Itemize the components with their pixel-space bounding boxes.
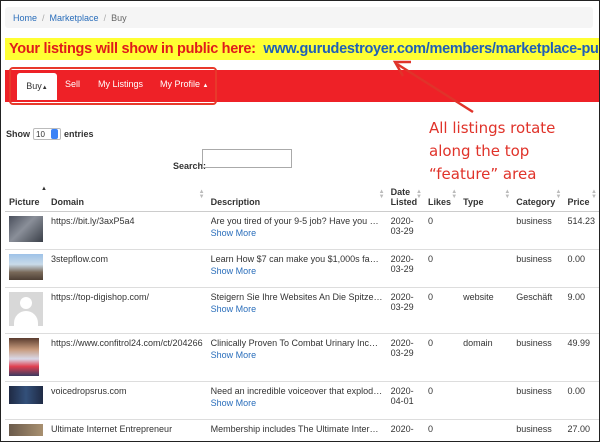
col-date-listed[interactable]: Date Listed ▲ ▼ [386,184,424,212]
col-likes[interactable]: Likes ▲ ▼ [424,184,460,212]
show-more-link[interactable]: Show More [211,266,383,276]
row-domain: https://www.confitrol24.com/ct/204266 [47,333,207,382]
col-description[interactable]: Description ▲ ▼ [206,184,387,212]
entries-select-value: 10 [36,129,45,139]
row-date: 2020- 03-29 [386,287,424,334]
table-row: https://www.confitrol24.com/ct/204266 Cl… [5,333,599,382]
annotation-arrow-icon [392,60,474,114]
breadcrumb-separator: / [103,12,107,23]
row-likes: 0 [424,287,460,334]
row-price: 9.00 [563,287,599,334]
row-description: Steigern Sie Ihre Websites An Die Spitze… [206,287,387,334]
row-likes: 0 [424,381,460,420]
listing-thumbnail[interactable] [9,338,39,376]
row-likes: 0 [424,419,460,441]
col-picture[interactable]: Picture ▲ [5,184,47,212]
banner-lead-text: Your listings will show in public here: [9,41,256,57]
listing-thumbnail[interactable] [9,386,43,404]
row-category: Geschäft [512,287,564,334]
row-picture[interactable] [5,333,47,382]
show-more-link[interactable]: Show More [211,304,383,314]
table-row: https://top-digishop.com/ Steigern Sie I… [5,287,599,334]
row-date: 2020- 03-29 [386,333,424,382]
banner-url-link[interactable]: www.gurudestroyer.com/members/marketplac… [263,41,599,57]
row-type: website [459,287,513,334]
col-category[interactable]: Category ▲ ▼ [512,184,564,212]
row-likes: 0 [424,249,460,288]
row-likes: 0 [424,333,460,382]
row-category: business [512,419,564,441]
row-domain: voicedropsrus.com [47,381,207,420]
row-type [459,249,513,288]
annotation-line: “feature” area [429,165,537,183]
entries-select[interactable]: 10 [33,128,61,140]
row-date: 2020- 03-29 [386,249,424,288]
show-more-link[interactable]: Show More [211,228,383,238]
row-likes: 0 [424,211,460,250]
breadcrumb-current: Buy [111,12,127,23]
row-price: 0.00 [563,381,599,420]
breadcrumb-separator: / [42,12,45,23]
row-picture[interactable] [5,287,47,334]
entries-label: entries [64,129,94,139]
annotation-note: All listings rotate along the top “featu… [429,117,599,186]
table-header-row: Picture ▲ Domain ▲ ▼ Description ▲ ▼ Date List… [5,184,599,212]
row-description: Clinically Proven To Combat Urinary Inco… [206,333,387,382]
row-category: business [512,333,564,382]
row-domain: 3stepflow.com [47,249,207,288]
row-domain: https://bit.ly/3axP5a4 [47,211,207,250]
breadcrumb-marketplace-link[interactable]: Marketplace [50,13,99,23]
search-input[interactable] [202,149,292,168]
row-picture[interactable] [5,381,47,420]
row-picture[interactable] [5,211,47,250]
col-domain[interactable]: Domain ▲ ▼ [47,184,207,212]
public-listings-banner: Your listings will show in public here: … [5,38,599,60]
listings-table: Picture ▲ Domain ▲ ▼ Description ▲ ▼ Date List… [5,184,599,441]
select-arrow-icon [51,129,58,139]
row-description: Are you tired of your 9-5 job? Have you … [206,211,387,250]
row-date: 2020- 03-29 [386,211,424,250]
row-type [459,211,513,250]
row-category: business [512,211,564,250]
row-picture[interactable] [5,249,47,288]
show-more-link[interactable]: Show More [211,398,383,408]
row-type: domain [459,333,513,382]
breadcrumb: Home / Marketplace / Buy [5,7,593,28]
row-price: 0.00 [563,249,599,288]
annotation-line: All listings rotate [429,119,556,137]
table-row: Ultimate Internet Entrepreneur Membershi… [5,419,599,441]
row-price: 49.99 [563,333,599,382]
avatar-placeholder-icon[interactable] [9,292,43,326]
listing-thumbnail[interactable] [9,254,43,280]
row-price: 27.00 [563,419,599,441]
listing-thumbnail[interactable] [9,216,43,242]
show-more-link[interactable]: Show More [211,350,383,360]
breadcrumb-home-link[interactable]: Home [13,13,37,23]
annotation-line: along the top [429,142,530,160]
row-description: Membership includes The Ultimate Interne… [206,419,387,441]
row-category: business [512,249,564,288]
show-label: Show [6,129,30,139]
row-date: 2020- [386,419,424,441]
row-date: 2020- 04-01 [386,381,424,420]
row-description: Need an incredible voiceover that explod… [206,381,387,420]
col-price[interactable]: Price ▲ ▼ [563,184,599,212]
row-domain: Ultimate Internet Entrepreneur [47,419,207,441]
row-type [459,419,513,441]
row-description: Learn How $7 can make you $1,000s fast..… [206,249,387,288]
col-type[interactable]: Type ▲ ▼ [459,184,513,212]
table-row: https://bit.ly/3axP5a4 Are you tired of … [5,211,599,250]
row-picture[interactable] [5,419,47,441]
entries-control: Show 10 entries [6,128,94,140]
page-frame: Home / Marketplace / Buy Your listings w… [0,0,600,442]
nav-highlight-annotation [9,67,217,105]
row-category: business [512,381,564,420]
listing-thumbnail[interactable] [9,424,43,436]
table-row: voicedropsrus.com Need an incredible voi… [5,381,599,420]
row-domain: https://top-digishop.com/ [47,287,207,334]
row-type [459,381,513,420]
table-row: 3stepflow.com Learn How $7 can make you … [5,249,599,288]
row-price: 514.23 [563,211,599,250]
